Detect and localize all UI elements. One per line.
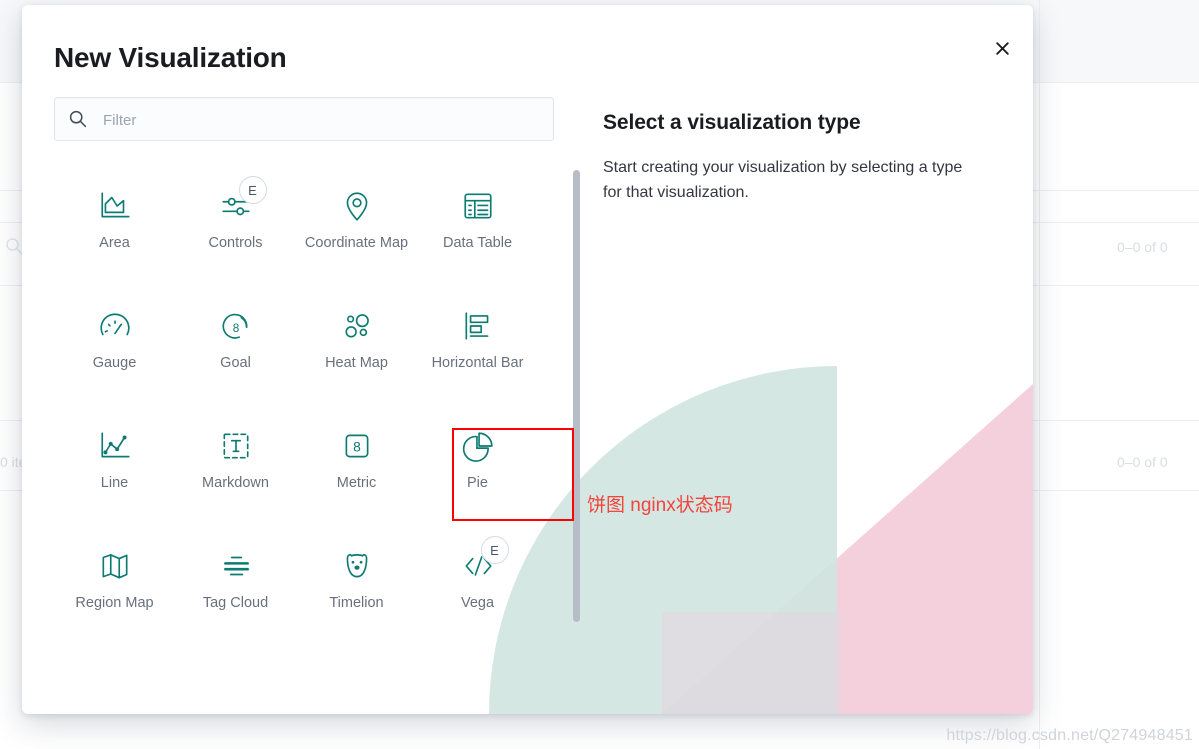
viz-type-controls[interactable]: E Controls xyxy=(175,170,296,290)
background-result-count-top: 0–0 of 0 xyxy=(1117,239,1168,255)
annotation-text: 饼图 nginx状态码 xyxy=(587,495,733,516)
viz-type-goal[interactable]: 8 Goal xyxy=(175,290,296,410)
background-result-count-bottom: 0–0 of 0 xyxy=(1117,454,1168,470)
horizontal-bar-icon xyxy=(461,304,495,348)
viz-type-data-table[interactable]: Data Table xyxy=(417,170,538,290)
viz-type-coordinate-map[interactable]: Coordinate Map xyxy=(296,170,417,290)
viz-type-line[interactable]: Line xyxy=(54,410,175,530)
grid-scrollbar[interactable] xyxy=(573,170,580,632)
visualization-picker: Area E Controls Coordinate Map Data Table Gau… xyxy=(54,97,580,657)
heat-map-icon xyxy=(340,304,374,348)
viz-type-label: Horizontal Bar xyxy=(431,355,524,371)
viz-type-label: Timelion xyxy=(329,595,384,611)
svg-text:8: 8 xyxy=(232,322,239,335)
viz-type-vega[interactable]: E Vega xyxy=(417,530,538,632)
pie-chart-icon xyxy=(461,424,495,468)
viz-type-label: Region Map xyxy=(75,595,154,611)
viz-type-markdown[interactable]: Markdown xyxy=(175,410,296,530)
search-icon xyxy=(68,109,88,134)
area-chart-icon xyxy=(98,184,132,228)
metric-icon: 8 xyxy=(340,424,374,468)
map-marker-icon xyxy=(340,184,374,228)
watermark: https://blog.csdn.net/Q274948451 xyxy=(946,727,1193,744)
screen-root: 0 ite 0–0 of 0 0–0 of 0 New Visualizatio… xyxy=(0,0,1199,749)
experimental-badge: E xyxy=(480,536,509,564)
viz-type-metric[interactable]: 8 Metric xyxy=(296,410,417,530)
viz-type-label: Coordinate Map xyxy=(304,235,409,251)
filter-field[interactable] xyxy=(54,97,554,142)
detail-body: Start creating your visualization by sel… xyxy=(603,159,963,201)
goal-icon: 8 xyxy=(219,304,253,348)
line-chart-icon xyxy=(98,424,132,468)
viz-type-label: Area xyxy=(99,235,130,251)
markdown-icon xyxy=(219,424,253,468)
detail-title: Select a visualization type xyxy=(603,111,861,134)
viz-type-label: Metric xyxy=(336,475,377,491)
visualization-detail-panel: Select a visualization type Start creati… xyxy=(603,111,1003,205)
vega-icon: E xyxy=(461,536,509,588)
viz-type-pie[interactable]: Pie xyxy=(417,410,538,530)
viz-type-label: Tag Cloud xyxy=(202,595,269,611)
viz-type-tag-cloud[interactable]: Tag Cloud xyxy=(175,530,296,632)
close-icon[interactable] xyxy=(985,31,1019,65)
page-title: New Visualization xyxy=(54,42,287,73)
viz-type-label: Pie xyxy=(467,475,488,491)
visualization-type-grid: Area E Controls Coordinate Map Data Table Gau… xyxy=(54,170,576,632)
viz-type-heat-map[interactable]: Heat Map xyxy=(296,290,417,410)
viz-type-label: Goal xyxy=(220,355,251,371)
viz-type-label: Vega xyxy=(460,595,495,611)
experimental-badge: E xyxy=(238,176,267,204)
viz-type-timelion[interactable]: Timelion xyxy=(296,530,417,632)
tag-cloud-icon xyxy=(219,544,253,588)
viz-type-horizontal-bar[interactable]: Horizontal Bar xyxy=(417,290,538,410)
filter-input[interactable] xyxy=(101,98,545,142)
viz-type-label: Line xyxy=(100,475,129,491)
region-map-icon xyxy=(98,544,132,588)
viz-type-label: Markdown xyxy=(202,475,269,491)
viz-type-gauge[interactable]: Gauge xyxy=(54,290,175,410)
viz-type-label: Gauge xyxy=(92,355,137,371)
gauge-icon xyxy=(98,304,132,348)
background-vline xyxy=(1039,0,1040,749)
new-visualization-modal: New Visualization Area E Controls Coordinat… xyxy=(22,5,1033,714)
viz-type-label: Data Table xyxy=(442,235,513,251)
viz-type-label: Heat Map xyxy=(325,355,388,371)
background-search-icon xyxy=(4,236,24,261)
data-table-icon xyxy=(461,184,495,228)
grid-scrollbar-thumb[interactable] xyxy=(573,170,580,622)
controls-icon: E xyxy=(219,176,267,228)
viz-type-region-map[interactable]: Region Map xyxy=(54,530,175,632)
viz-type-area[interactable]: Area xyxy=(54,170,175,290)
svg-text:8: 8 xyxy=(353,438,361,454)
viz-type-label: Controls xyxy=(208,235,263,251)
timelion-icon xyxy=(340,544,374,588)
